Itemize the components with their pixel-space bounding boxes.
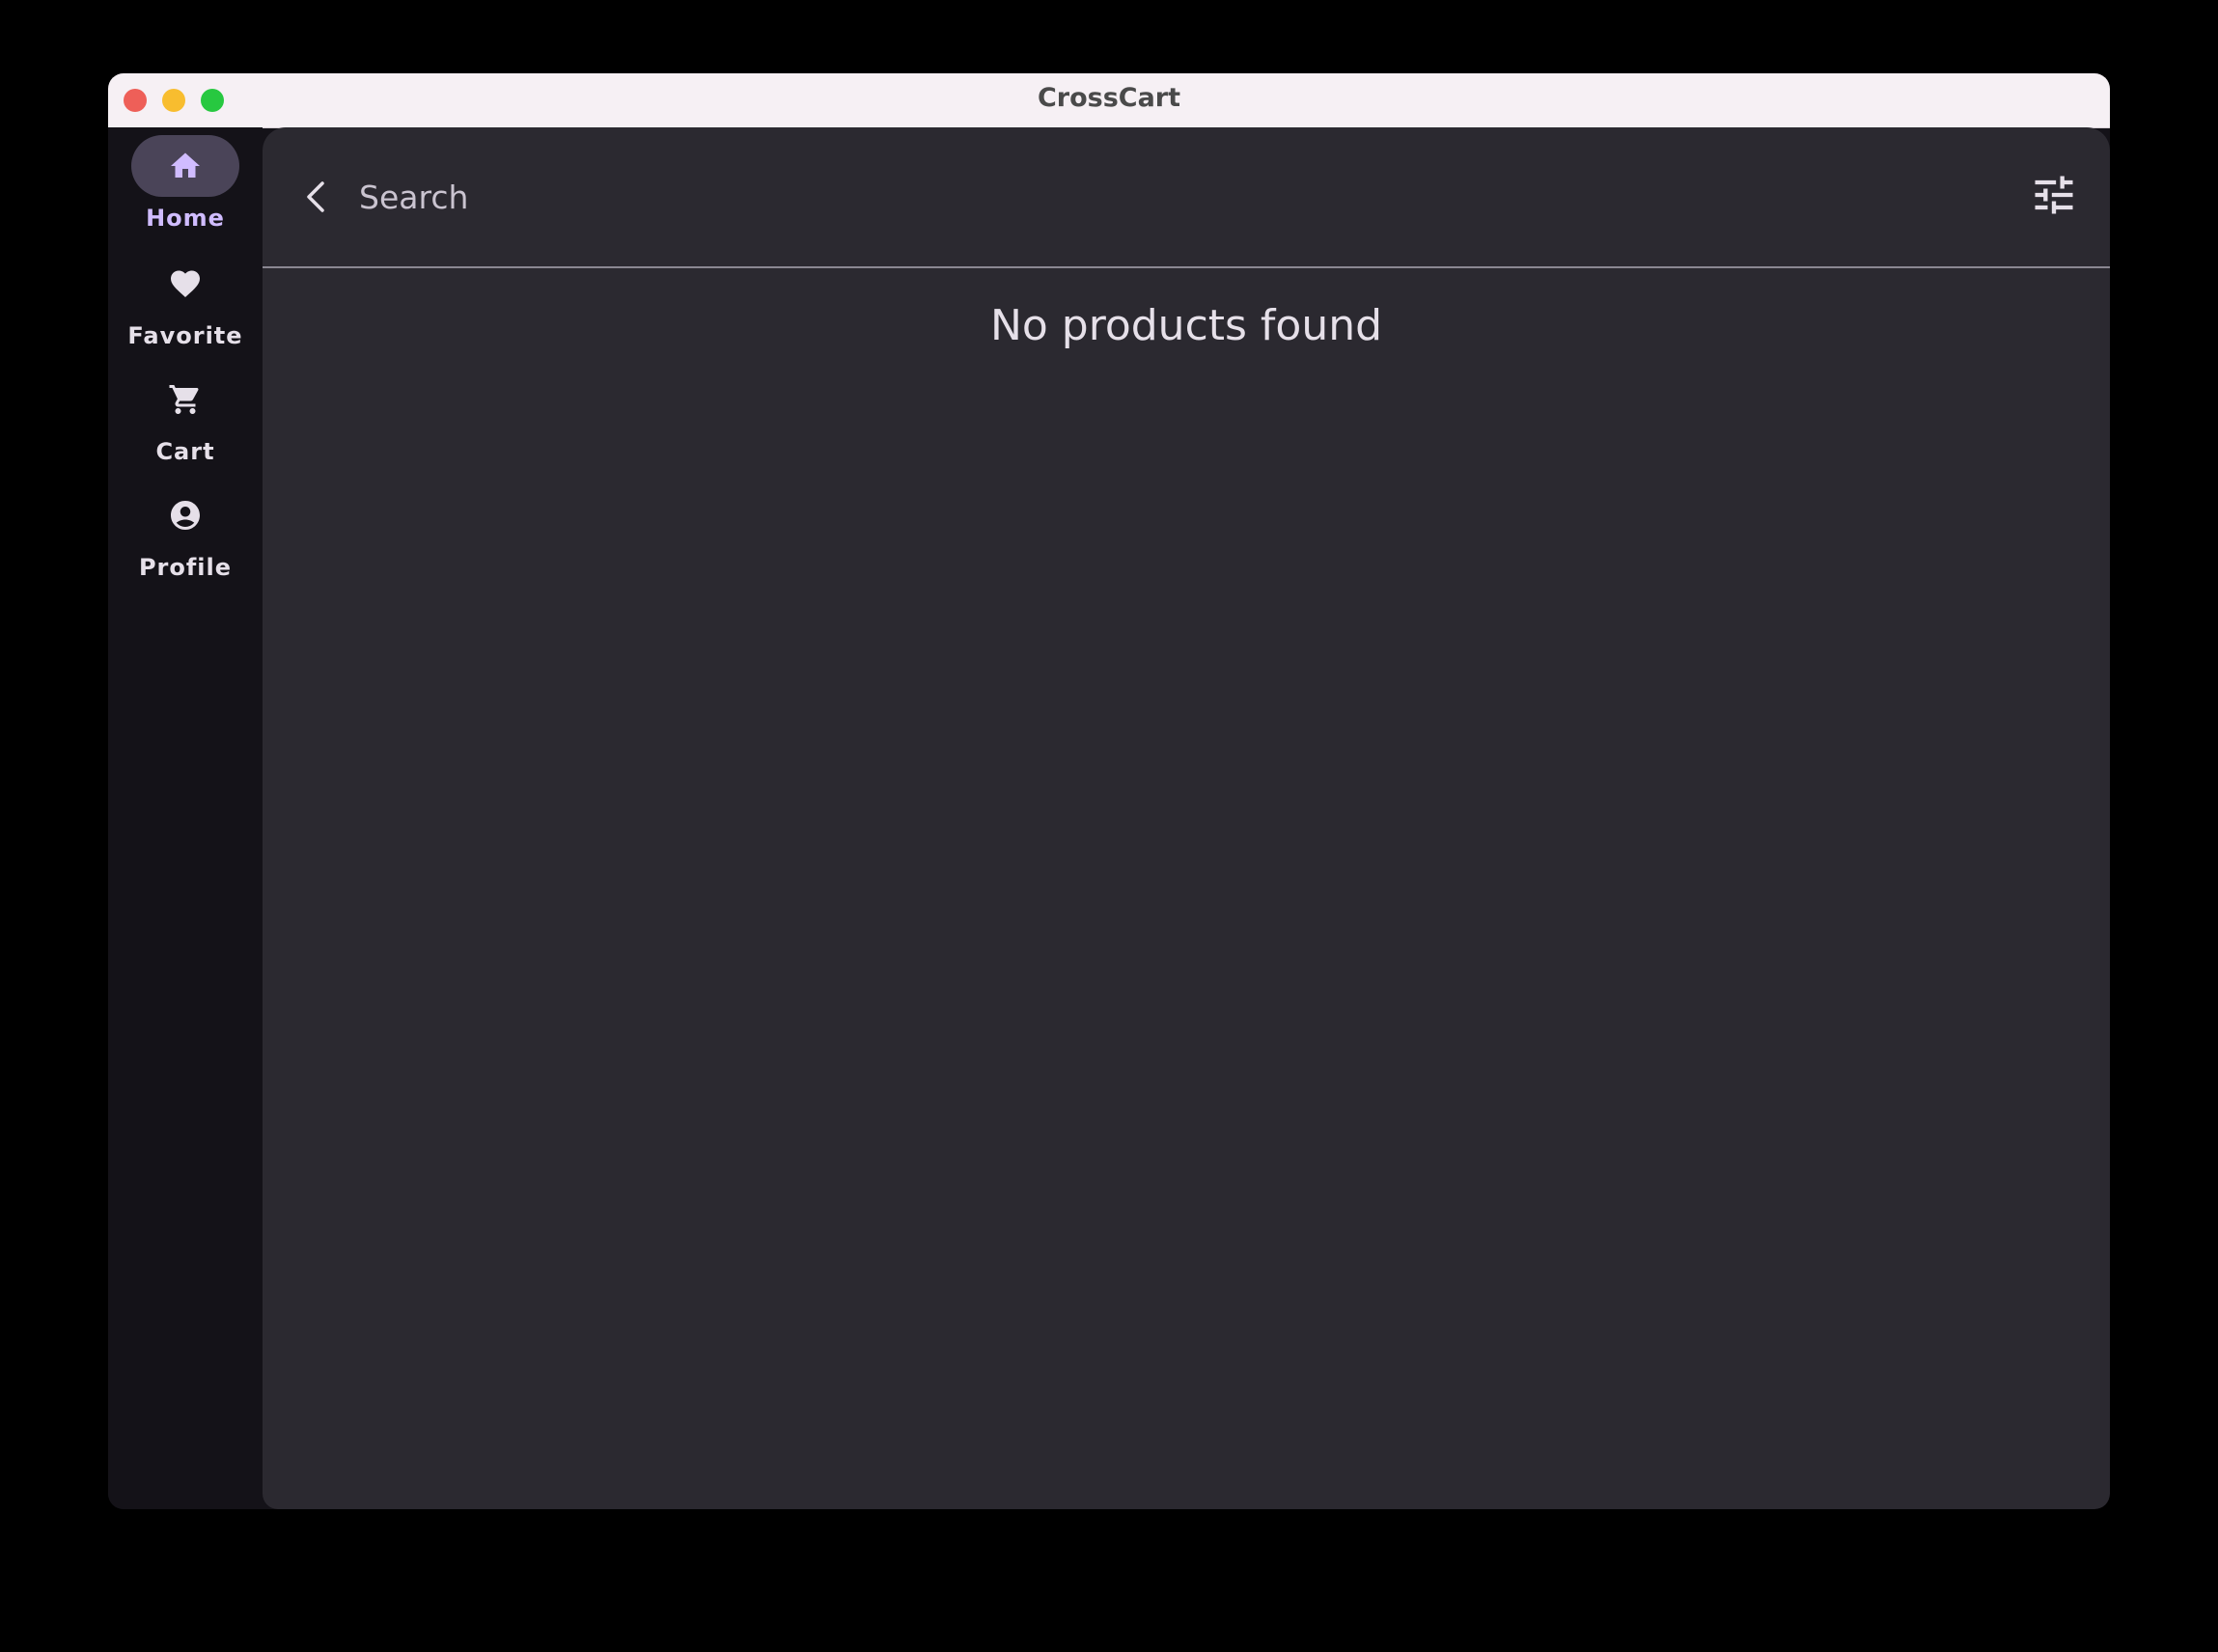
cart-icon bbox=[168, 382, 203, 417]
account-circle-icon bbox=[168, 498, 203, 533]
home-icon bbox=[168, 149, 203, 183]
back-button[interactable] bbox=[293, 174, 340, 220]
empty-results-message: No products found bbox=[989, 301, 1383, 350]
nav-item-profile[interactable]: Profile bbox=[108, 477, 263, 583]
title-bar[interactable]: CrossCart bbox=[108, 73, 2110, 128]
search-app-bar bbox=[263, 127, 2110, 268]
nav-item-cart[interactable]: Cart bbox=[108, 361, 263, 467]
main-content: No products found bbox=[263, 127, 2110, 1509]
tune-icon bbox=[2035, 176, 2073, 214]
filter-button[interactable] bbox=[2029, 170, 2079, 220]
app-window: CrossCart Home Favorite Cart Profile Sea… bbox=[108, 73, 2110, 1509]
nav-label-favorite: Favorite bbox=[127, 322, 243, 349]
search-input[interactable] bbox=[359, 166, 1903, 228]
navigation-rail: Home Favorite Cart Profile bbox=[108, 127, 263, 1509]
chevron-left-icon bbox=[307, 181, 324, 212]
nav-label-profile: Profile bbox=[138, 554, 233, 581]
window-title: CrossCart bbox=[1037, 83, 1181, 113]
nav-label-cart: Cart bbox=[155, 438, 215, 465]
nav-item-home[interactable]: Home bbox=[108, 127, 263, 234]
nav-label-home: Home bbox=[146, 205, 225, 232]
nav-item-favorite[interactable]: Favorite bbox=[108, 245, 263, 351]
heart-icon bbox=[168, 266, 203, 301]
